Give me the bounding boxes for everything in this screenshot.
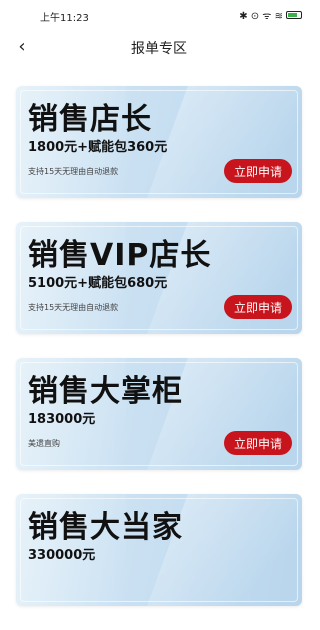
status-time: 上午11:23 bbox=[40, 13, 89, 24]
card-title: 销售大当家 bbox=[28, 510, 183, 545]
card-price: 5100元+赋能包680元 bbox=[28, 276, 168, 291]
card-title: 销售店长 bbox=[28, 102, 152, 137]
status-symbols: ✱ ⊙ ᯤ ≋ bbox=[239, 11, 283, 22]
status-icons: ✱ ⊙ ᯤ ≋ bbox=[239, 8, 302, 22]
card-price: 1800元+赋能包360元 bbox=[28, 140, 168, 155]
card-list: 销售店长 1800元+赋能包360元 支持15天无理由自动退款 立即申请 销售V… bbox=[16, 86, 302, 630]
page-title: 报单专区 bbox=[131, 41, 187, 57]
nav-bar: ‹ 报单专区 bbox=[0, 30, 318, 64]
card-price: 183000元 bbox=[28, 412, 96, 427]
card-title: 销售大掌柜 bbox=[28, 374, 183, 409]
apply-button[interactable]: 立即申请 bbox=[224, 295, 292, 319]
card-note: 支持15天无理由自动退款 bbox=[28, 303, 119, 312]
card-title: 销售VIP店长 bbox=[28, 238, 212, 273]
card-sales-shopkeeper[interactable]: 销售大掌柜 183000元 美遗直购 立即申请 bbox=[16, 358, 302, 470]
card-note: 美遗直购 bbox=[28, 439, 60, 448]
card-sales-manager[interactable]: 销售店长 1800元+赋能包360元 支持15天无理由自动退款 立即申请 bbox=[16, 86, 302, 198]
battery-icon bbox=[286, 11, 302, 19]
apply-button[interactable]: 立即申请 bbox=[224, 431, 292, 455]
card-sales-vip-manager[interactable]: 销售VIP店长 5100元+赋能包680元 支持15天无理由自动退款 立即申请 bbox=[16, 222, 302, 334]
status-bar: 上午11:23 ✱ ⊙ ᯤ ≋ bbox=[0, 0, 318, 30]
card-note: 支持15天无理由自动退款 bbox=[28, 167, 119, 176]
card-price: 330000元 bbox=[28, 548, 96, 563]
apply-button[interactable]: 立即申请 bbox=[224, 159, 292, 183]
card-sales-head[interactable]: 销售大当家 330000元 bbox=[16, 494, 302, 606]
